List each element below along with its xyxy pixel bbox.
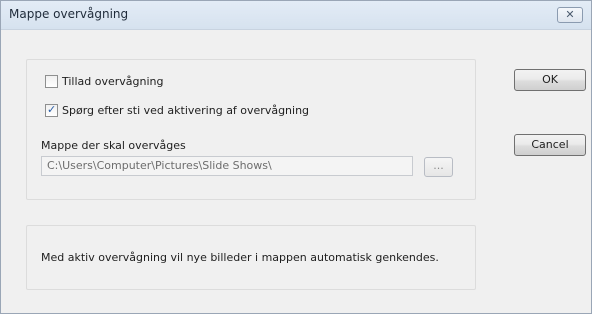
monitoring-settings-group: Tillad overvågning ✓ Spørg efter sti ved… — [26, 59, 476, 200]
window-title: Mappe overvågning — [9, 7, 129, 21]
title-bar: Mappe overvågning ✕ — [1, 1, 591, 30]
cancel-button[interactable]: Cancel — [514, 134, 586, 156]
close-icon: ✕ — [565, 8, 575, 21]
info-text: Med aktiv overvågning vil nye billeder i… — [41, 251, 439, 264]
folder-path-field[interactable]: C:\Users\Computer\Pictures\Slide Shows\ — [41, 156, 413, 176]
ok-button[interactable]: OK — [514, 69, 586, 91]
folder-label: Mappe der skal overvåges — [41, 139, 186, 152]
info-group: Med aktiv overvågning vil nye billeder i… — [26, 225, 476, 290]
dialog-content: Tillad overvågning ✓ Spørg efter sti ved… — [1, 30, 591, 313]
ask-path-checkbox[interactable]: ✓ — [45, 103, 58, 117]
browse-button[interactable]: ... — [424, 157, 453, 177]
allow-monitoring-label[interactable]: Tillad overvågning — [62, 75, 164, 88]
ask-path-label[interactable]: Spørg efter sti ved aktivering af overvå… — [62, 104, 309, 117]
check-icon: ✓ — [47, 103, 57, 116]
allow-monitoring-checkbox[interactable] — [45, 75, 58, 88]
dialog-window: Mappe overvågning ✕ Tillad overvågning ✓… — [0, 0, 592, 314]
close-button[interactable]: ✕ — [557, 7, 583, 23]
